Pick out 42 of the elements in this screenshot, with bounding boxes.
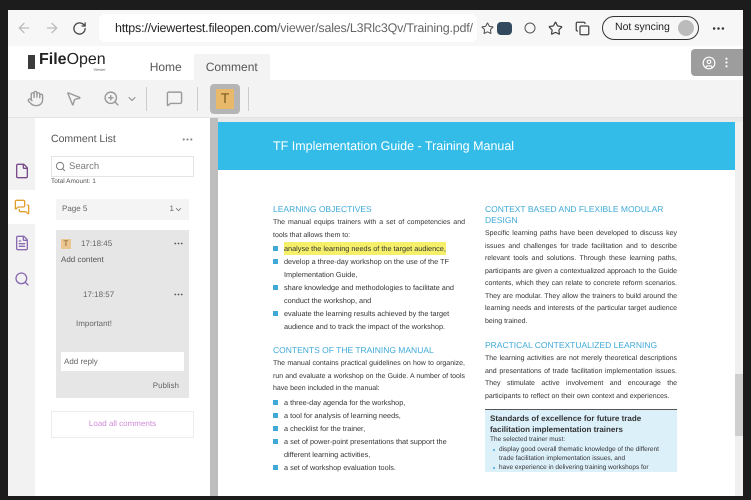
back-icon[interactable] <box>16 20 32 36</box>
section-heading: PRACTICAL CONTEXTUALIZED LEARNING <box>485 340 658 351</box>
reload-icon[interactable] <box>72 20 87 36</box>
bullet-square <box>273 412 278 418</box>
document-title: TF Implementation Guide - Training Manual <box>273 138 514 155</box>
comment-text: Add content <box>61 254 105 266</box>
avatar-icon <box>678 20 694 36</box>
bullet-square <box>273 246 278 251</box>
url-text: https://viewertest.fileopen.com/viewer/sales/L3Rlc3Qv/Training.pdf/ <box>115 20 473 37</box>
text-tool-button[interactable]: T <box>210 84 240 114</box>
collections-icon[interactable] <box>575 20 590 36</box>
account-menu-button[interactable] <box>691 49 743 76</box>
bullet-square <box>273 259 278 264</box>
page-group-header[interactable]: Page 5 1 <box>56 198 189 220</box>
bullet-square <box>273 426 278 430</box>
comment-time: 17:18:45 <box>81 238 112 250</box>
circle-icon[interactable] <box>524 22 536 34</box>
nav-tab[interactable]: Home <box>138 54 194 80</box>
bullet-square <box>273 438 278 444</box>
publish-button[interactable]: Publish <box>152 380 179 392</box>
callout-title: Standards of excellence for future trade facilitation implementation trainers <box>490 413 642 435</box>
reply-field[interactable]: Add reply <box>61 352 184 370</box>
forward-icon[interactable] <box>44 20 60 36</box>
favorite-star-icon[interactable] <box>480 22 494 34</box>
search-field[interactable]: Search <box>51 156 194 177</box>
search-icon <box>55 160 66 172</box>
bullet-square <box>273 400 278 404</box>
section-heading: LEARNING OBJECTIVES <box>273 204 373 215</box>
extension-icon[interactable] <box>497 22 512 34</box>
reply-text: Important! <box>75 318 114 330</box>
section-heading: CONTEXT BASED AND FLEXIBLE MODULAR DESIGN <box>485 204 664 226</box>
bullet-square <box>273 311 278 316</box>
user-icon[interactable] <box>702 56 716 70</box>
text-annotation-icon: T <box>61 238 71 248</box>
profile-button[interactable]: Not syncing <box>602 16 699 40</box>
bullet-square <box>273 285 278 290</box>
panel-title: Comment List <box>51 132 116 147</box>
favorites-icon[interactable] <box>548 20 563 36</box>
nav-tab[interactable]: Comment <box>194 54 270 80</box>
reply-time: 17:18:57 <box>83 288 114 300</box>
bullet-square <box>273 464 278 470</box>
section-heading: CONTENTS OF THE TRAINING MANUAL <box>273 345 435 356</box>
